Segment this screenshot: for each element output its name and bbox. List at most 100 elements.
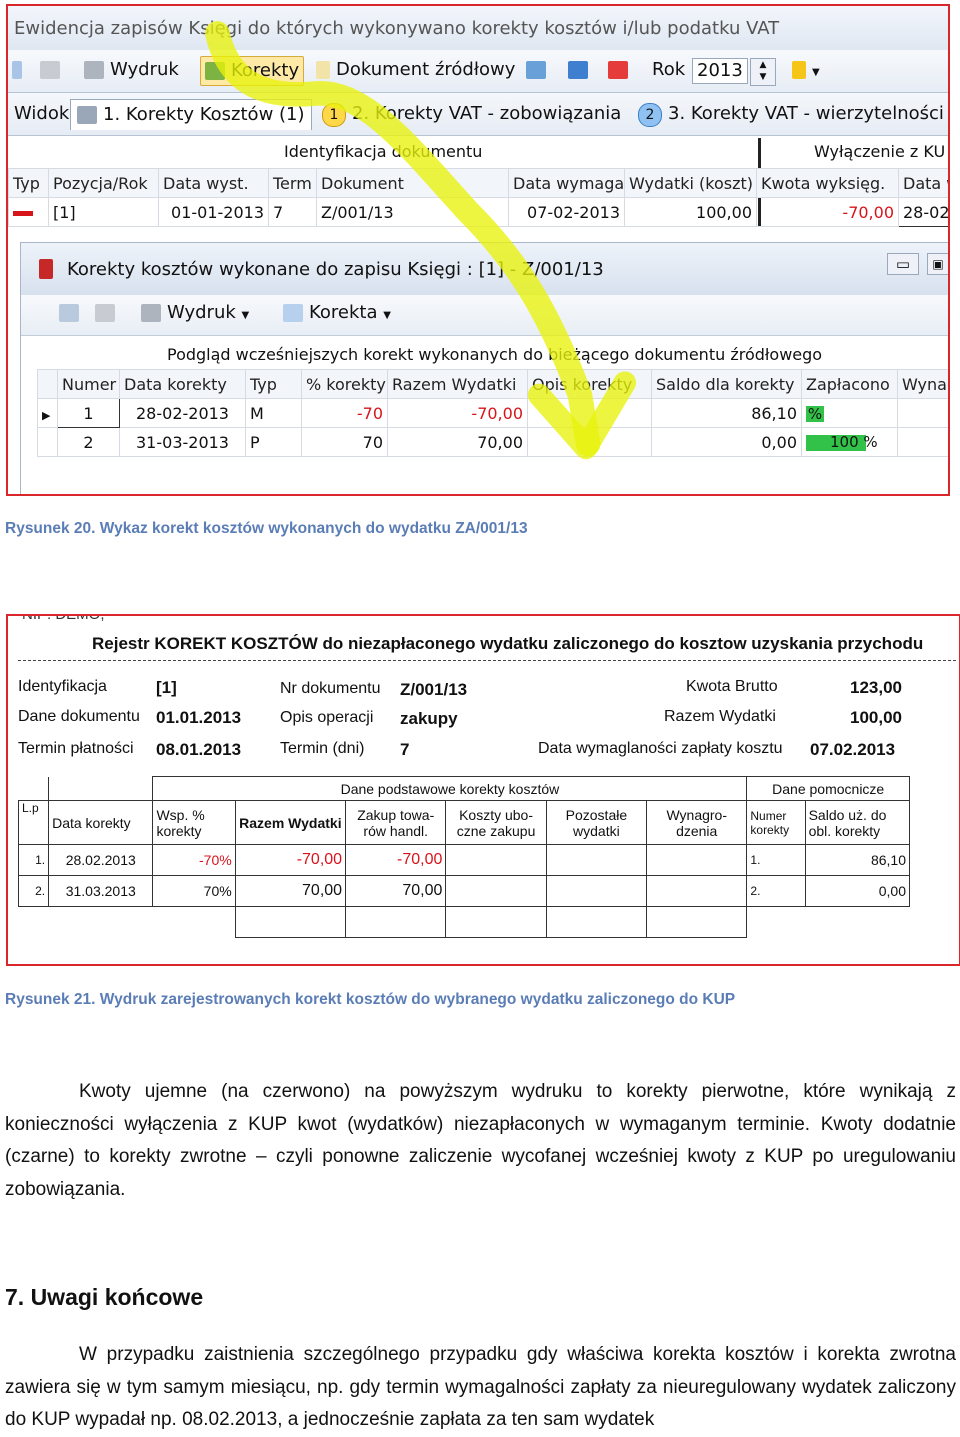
correction-button[interactable]: Korekta ▼ [279,299,395,327]
edit-button[interactable] [522,56,556,84]
tab-vat-receivables-label: 3. Korekty VAT - wierzytelności [668,103,944,124]
col-header: Koszty ubo-czne zakupu [445,800,547,845]
tab-cost-corrections[interactable]: 1. Korekty Kosztów (1) [70,99,312,130]
caption-figure-21: Rysunek 21. Wydruk zarejestrowanych kore… [5,991,736,1008]
subwindow-toolbar: Wydruk ▼ Korekta ▼ [21,295,948,336]
paragraph-1: Kwoty ujemne (na czerwono) na powyższym … [5,1081,956,1200]
cell-lp: 1. [17,844,50,876]
table-group-header-row: Dane podstawowe korekty kosztów Dane pom… [18,776,910,801]
col-header[interactable]: Typ [8,168,49,198]
tab-cost-corrections-label: 1. Korekty Kosztów (1) [103,104,305,125]
pencil-icon [77,106,97,124]
lightning-icon [792,61,806,79]
correction-label: Korekta [309,302,378,323]
table-row: 2. 31.03.2013 70% 70,00 70,00 2. 0,00 [17,875,911,907]
field-value: 08.01.2013 [156,740,242,759]
view-menu[interactable]: Widok [8,99,75,129]
empty-cell [646,844,748,876]
form-icon [283,304,303,322]
printer-icon [84,61,104,79]
col-header[interactable]: Data wyst. [158,168,269,198]
field-label: Razem Wydatki [664,708,776,725]
red-square-button[interactable] [604,56,638,84]
refresh-button[interactable] [8,56,32,84]
cell-extra [897,398,948,428]
year-spinner[interactable]: ▲ ▼ [750,58,776,86]
col-header: Razem Wydatki [234,800,347,845]
printer-icon [95,304,115,322]
caption-figure-20: Rysunek 20. Wykaz korekt kosztów wykonan… [5,520,528,537]
restore-icon: ▣ [932,257,944,271]
corrections-button[interactable]: Korekty [200,56,305,86]
field-value: [1] [156,678,177,697]
dashed-divider [18,660,956,661]
col-header[interactable]: Zapłacono [801,369,898,399]
cell-date: 31.03.2013 [48,875,154,907]
table-row[interactable]: [1] 01-01-2013 7 Z/001/13 07-02-2013 100… [8,197,948,227]
minimize-button[interactable]: ▭ [887,253,919,275]
printer-icon [40,61,60,79]
col-header[interactable]: Numer [57,369,120,399]
paid-label: 100 % [830,433,878,451]
corrections-icon [205,62,225,80]
table-row[interactable]: ▶ 1 28-02-2013 M -70 -70,00 86,10 30 % [37,398,948,428]
field-label: Kwota Brutto [686,678,778,695]
current-row-icon: ▶ [42,408,51,422]
printer-icon [141,304,161,322]
source-document-button[interactable]: Dokument źródłowy [312,56,519,84]
corrections-label: Korekty [231,60,300,81]
lightning-button[interactable]: ▼ [788,56,824,84]
cell-balance: 86,10 [804,844,911,876]
cell-balance: 86,10 [651,398,802,428]
col-header: Saldo uż. do obl. korekty [804,800,911,845]
col-header[interactable]: Term [268,168,317,198]
field-label: Data wymaglaności zapłaty kosztu [538,740,783,757]
blue-square-button[interactable] [564,56,598,84]
row-indicator [37,427,58,457]
col-header[interactable]: Data korekty [119,369,246,399]
col-header[interactable]: Kwota wyksięg. [756,168,899,198]
col-header[interactable]: Opis korekty [527,369,652,399]
minimize-icon: ▭ [895,255,911,273]
col-header[interactable]: Pozycja/Rok [48,168,159,198]
col-header[interactable]: Data w [898,168,948,198]
col-header[interactable]: Wynag [897,369,948,399]
window-titlebar: Ewidencja zapisów Księgi do których wyko… [8,6,948,50]
print-preview-button[interactable] [36,56,70,84]
cell-date: 28-02-2013 [119,398,246,428]
preview-button[interactable] [55,299,89,327]
col-header[interactable]: Dokument [316,168,509,198]
row-indicator-header [37,369,58,399]
col-header[interactable]: Typ [245,369,302,399]
group-header-main: Dane podstawowe korekty kosztów [152,776,748,801]
minus-icon [13,210,33,216]
col-header[interactable]: Razem Wydatki [387,369,528,399]
col-header[interactable]: % korekty [301,369,388,399]
report-title: Rejestr KOREKT KOSZTÓW do niezapłaconego… [92,634,924,653]
subwindow-title: Korekty kosztów wykonane do zapisu Księg… [67,259,604,280]
number-1-icon: 1 [322,103,346,127]
col-header[interactable]: Saldo dla korekty [651,369,802,399]
print-preview-button[interactable] [91,299,125,327]
report-table: Dane podstawowe korekty kosztów Dane pom… [17,776,911,938]
col-header[interactable]: Wydatki (koszt) [624,168,757,198]
tab-vat-receivables[interactable]: 2 3. Korekty VAT - wierzytelności [632,99,948,129]
table-row: 1. 28.02.2013 -70% -70,00 -70,00 1. 86,1… [17,844,911,876]
field-value: Z/001/13 [400,680,468,699]
print-button[interactable]: Wydruk [80,56,183,84]
col-header[interactable]: Data wymagal [508,168,625,198]
cell-description [527,427,652,457]
empty-cell [445,844,547,876]
restore-button[interactable]: ▣ [927,253,948,275]
cell-due-date: 07-02-2013 [508,197,625,227]
tab-vat-liabilities[interactable]: 1 2. Korekty VAT - zobowiązania [316,99,627,129]
empty-cell [545,875,648,907]
subwindow-titlebar: Korekty kosztów wykonane do zapisu Księg… [21,243,948,295]
cell-total: 70,00 [234,875,347,907]
sub-print-button[interactable]: Wydruk ▼ [137,299,253,327]
cell-document: Z/001/13 [316,197,509,227]
cell-number: 1 [57,398,120,428]
year-input[interactable]: 2013 [692,58,748,84]
table-row[interactable]: 2 31-03-2013 P 70 70,00 0,00 100 % [37,427,948,457]
minus-type-icon-cell [8,197,49,227]
